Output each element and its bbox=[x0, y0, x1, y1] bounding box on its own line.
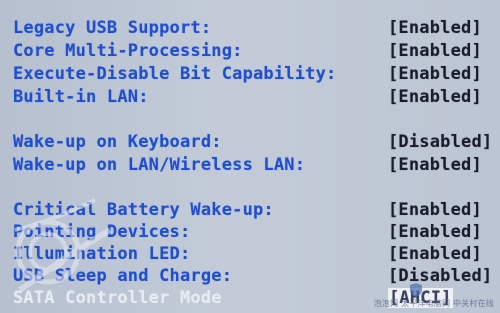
setting-label: Execute-Disable Bit Capability: bbox=[13, 64, 337, 84]
setting-row-legacy-usb-support[interactable]: Legacy USB Support: [Enabled] bbox=[0, 17, 500, 39]
bios-settings-screen: Legacy USB Support: [Enabled] Core Multi… bbox=[0, 0, 500, 313]
setting-value[interactable]: [Disabled] bbox=[388, 265, 492, 287]
setting-row-usb-sleep-and-charge[interactable]: USB Sleep and Charge: [Disabled] bbox=[0, 265, 500, 287]
setting-value[interactable]: [Enabled] bbox=[388, 63, 482, 85]
setting-label: Wake-up on LAN/Wireless LAN: bbox=[13, 155, 306, 175]
setting-value[interactable]: [Enabled] bbox=[388, 221, 482, 243]
setting-value[interactable]: [Enabled] bbox=[388, 199, 482, 221]
setting-label: Legacy USB Support: bbox=[13, 18, 212, 38]
setting-label: USB Sleep and Charge: bbox=[13, 266, 233, 286]
setting-value[interactable]: [Enabled] bbox=[388, 243, 482, 265]
setting-row-core-multi-processing[interactable]: Core Multi-Processing: [Enabled] bbox=[0, 40, 500, 62]
setting-row-wake-up-on-keyboard[interactable]: Wake-up on Keyboard: [Disabled] bbox=[0, 131, 500, 153]
setting-row-pointing-devices[interactable]: Pointing Devices: [Enabled] bbox=[0, 221, 500, 243]
setting-label: Pointing Devices: bbox=[13, 222, 191, 242]
setting-label: SATA Controller Mode bbox=[13, 288, 222, 308]
setting-value[interactable]: [Enabled] bbox=[388, 154, 482, 176]
setting-label: Critical Battery Wake-up: bbox=[13, 200, 274, 220]
setting-row-illumination-led[interactable]: Illumination LED: [Enabled] bbox=[0, 243, 500, 265]
setting-row-built-in-lan[interactable]: Built-in LAN: [Enabled] bbox=[0, 86, 500, 108]
setting-label: Wake-up on Keyboard: bbox=[13, 132, 222, 152]
setting-label: Illumination LED: bbox=[13, 244, 191, 264]
watermark-shield-icon bbox=[410, 283, 422, 297]
setting-value[interactable]: [Enabled] bbox=[388, 17, 482, 39]
setting-value[interactable]: [Enabled] bbox=[388, 86, 482, 108]
watermark-text: 泡泡网 太平洋电脑网 中关村在线 bbox=[373, 299, 494, 308]
setting-row-critical-battery-wake-up[interactable]: Critical Battery Wake-up: [Enabled] bbox=[0, 199, 500, 221]
setting-value[interactable]: [Enabled] bbox=[388, 40, 482, 62]
setting-value[interactable]: [Disabled] bbox=[388, 131, 492, 153]
setting-row-wake-up-on-lan[interactable]: Wake-up on LAN/Wireless LAN: [Enabled] bbox=[0, 154, 500, 176]
setting-row-execute-disable-bit[interactable]: Execute-Disable Bit Capability: [Enabled… bbox=[0, 63, 500, 85]
setting-label: Core Multi-Processing: bbox=[13, 41, 243, 61]
setting-label: Built-in LAN: bbox=[13, 87, 149, 107]
